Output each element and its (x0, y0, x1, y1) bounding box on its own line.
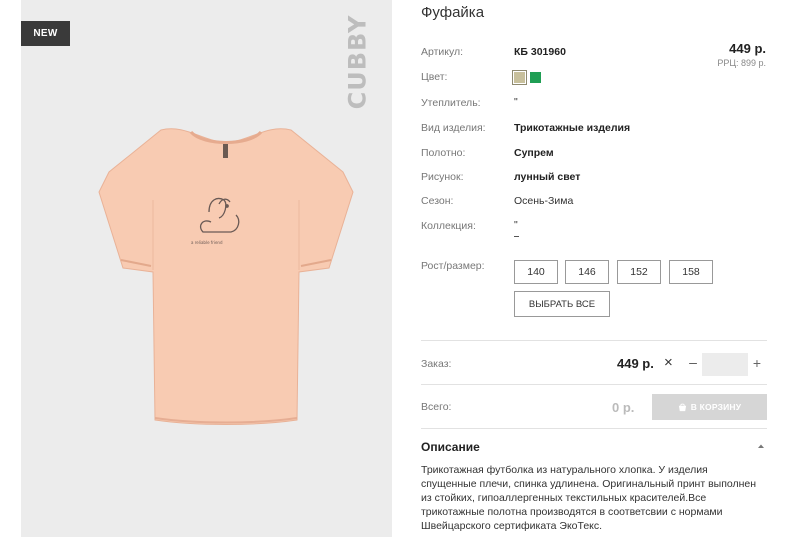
rrc-price: РРЦ: 899 р. (717, 58, 766, 68)
description-text: Трикотажная футболка из натурального хло… (421, 464, 757, 532)
product-title: Фуфайка (421, 4, 485, 21)
price: 449 р. (729, 41, 766, 56)
size-option-152[interactable]: 152 (617, 260, 661, 284)
times-icon: × (664, 354, 673, 371)
total-label: Всего: (421, 401, 452, 413)
season-value: Осень-Зима (514, 195, 574, 207)
pattern-label: Рисунок: (421, 171, 464, 183)
article-value: КБ 301960 (514, 46, 566, 58)
description-title[interactable]: Описание (421, 440, 480, 454)
type-value: Трикотажные изделия (514, 122, 631, 134)
color-swatch-green[interactable] (530, 72, 541, 83)
order-label: Заказ: (421, 358, 452, 370)
season-label: Сезон: (421, 195, 454, 207)
total-value: 0 р. (612, 400, 635, 415)
insulation-value: " (514, 96, 518, 108)
divider (421, 340, 767, 341)
collection-underline (514, 236, 519, 237)
select-all-button[interactable]: ВЫБРАТЬ ВСЕ (514, 291, 610, 317)
size-option-140[interactable]: 140 (514, 260, 558, 284)
fabric-label: Полотно: (421, 147, 466, 159)
collection-label: Коллекция: (421, 220, 476, 232)
divider (421, 384, 767, 385)
brand-logo: CUBBY (343, 14, 372, 110)
color-swatch-beige[interactable] (512, 70, 527, 85)
color-label: Цвет: (421, 71, 448, 83)
order-price: 449 р. (617, 356, 654, 371)
print-text: a reliable friend (191, 240, 223, 245)
size-option-158[interactable]: 158 (669, 260, 713, 284)
new-badge: NEW (21, 21, 70, 46)
divider (421, 428, 767, 429)
insulation-label: Утеплитель: (421, 97, 481, 109)
chevron-up-icon[interactable] (755, 440, 767, 452)
add-to-cart-label: В КОРЗИНУ (690, 402, 742, 412)
fabric-value: Супрем (514, 147, 554, 159)
increase-quantity-button[interactable]: + (750, 355, 764, 371)
decrease-quantity-button[interactable]: – (686, 354, 700, 370)
cart-icon (678, 403, 686, 411)
size-label: Рост/размер: (421, 260, 485, 272)
tshirt-image: a reliable friend (98, 128, 354, 425)
quantity-input[interactable] (702, 353, 748, 376)
type-label: Вид изделия: (421, 122, 486, 134)
size-option-146[interactable]: 146 (565, 260, 609, 284)
article-label: Артикул: (421, 46, 464, 58)
pattern-value: лунный свет (514, 171, 581, 183)
add-to-cart-button[interactable]: В КОРЗИНУ (652, 394, 767, 420)
collection-value: " (514, 219, 518, 231)
